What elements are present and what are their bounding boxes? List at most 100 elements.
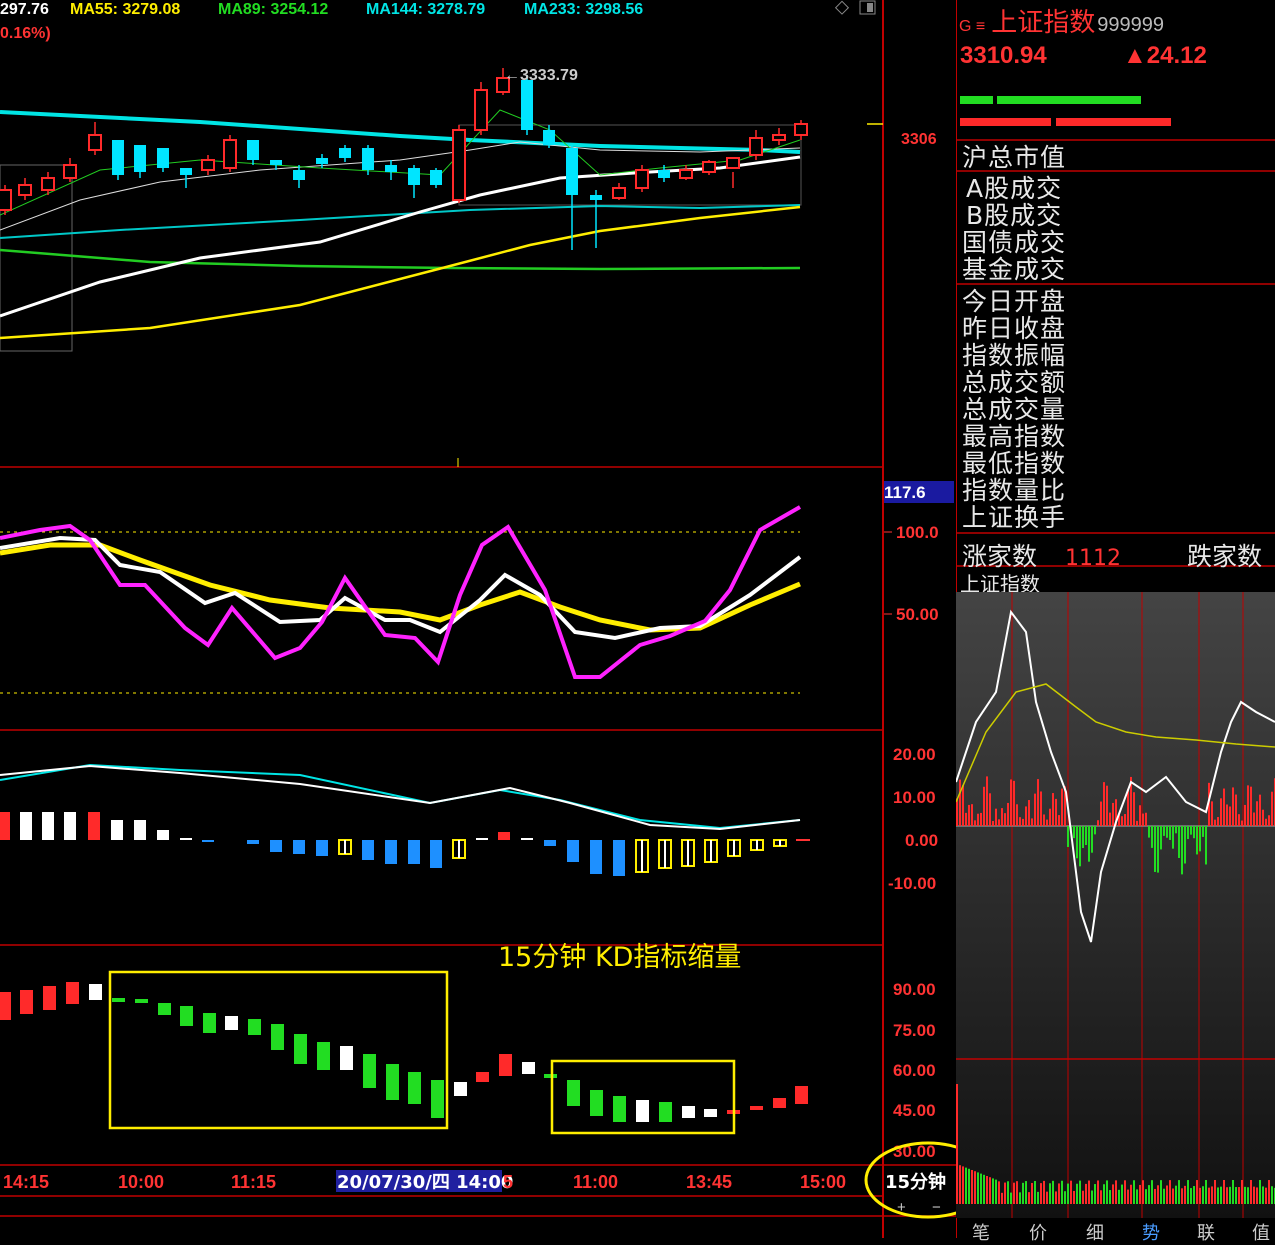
macd-histogram (0, 812, 787, 876)
volume-bar (1055, 1191, 1057, 1204)
kd-bar (682, 1106, 695, 1118)
breadth-bar (1082, 826, 1084, 849)
breadth-bar (1187, 826, 1189, 840)
tab-trend[interactable]: 势 (1142, 1219, 1160, 1245)
time-label: 14:15 (3, 1172, 49, 1192)
candle-body (316, 158, 328, 164)
macd-bar (567, 840, 579, 862)
window-icon[interactable] (859, 0, 876, 15)
breadth-bar (1247, 785, 1249, 826)
kd-bar (248, 1019, 261, 1035)
volume-bar (1169, 1180, 1171, 1204)
macd-bar (521, 838, 533, 840)
kd-bar (476, 1072, 489, 1082)
volume-bar (1184, 1185, 1186, 1204)
kd-bar (659, 1102, 672, 1122)
breadth-bar (1061, 788, 1063, 826)
kd-volume-bars (0, 982, 808, 1122)
volume-bar (1130, 1184, 1132, 1204)
volume-bar (1238, 1187, 1240, 1204)
tab-detail[interactable]: 细 (1086, 1219, 1104, 1245)
candle-body (430, 170, 442, 185)
volume-bar (1028, 1192, 1030, 1204)
volume-bar (1154, 1188, 1156, 1204)
volume-bar (1247, 1187, 1249, 1204)
breadth-bar (1139, 805, 1141, 826)
candle-body (270, 160, 282, 165)
volume-bar (1070, 1180, 1072, 1204)
breadth-bar (1169, 826, 1171, 840)
breadth-bar (1223, 788, 1225, 826)
kd-bar (271, 1024, 284, 1050)
tab-trades[interactable]: 笔 (972, 1219, 990, 1245)
volume-bar (1106, 1180, 1108, 1204)
macd-bar (42, 812, 54, 840)
stat-low: 最低指数 (962, 449, 1067, 478)
tab-linked[interactable]: 联 (1197, 1219, 1215, 1245)
volume-bar (1160, 1180, 1162, 1204)
kd-bar (408, 1072, 421, 1104)
macd-bar (64, 812, 76, 840)
breadth-bar (1091, 826, 1093, 853)
kd-bar (773, 1098, 786, 1108)
breadth-bar (1079, 826, 1081, 867)
volume-bar (1019, 1192, 1021, 1204)
breadth-bar (1199, 826, 1201, 852)
volume-bar (1025, 1181, 1027, 1204)
candle-body (679, 169, 693, 179)
kd-bar (522, 1062, 535, 1074)
kd-bar (636, 1100, 649, 1122)
macd-bar (0, 812, 10, 840)
macd-bar (544, 840, 556, 846)
intraday-mini-chart[interactable] (956, 592, 1275, 1218)
breadth-bar (956, 798, 958, 826)
breadth-bar (968, 804, 970, 826)
breadth-bar (1076, 826, 1078, 859)
zoom-out-button[interactable]: − (932, 1199, 941, 1216)
breadth-bar (1016, 804, 1018, 826)
breadth-bar (1046, 819, 1048, 826)
volume-bar (1082, 1190, 1084, 1204)
volume-bar (1094, 1184, 1096, 1204)
kd-bar (454, 1082, 467, 1096)
breadth-bar (1055, 798, 1057, 826)
macd-bar (408, 840, 420, 864)
macd-bar (362, 840, 374, 860)
volume-bar (1103, 1184, 1105, 1204)
tab-price[interactable]: 价 (1029, 1219, 1047, 1245)
stat-fund: 基金成交 (962, 255, 1067, 284)
stock-name: 上证指数 (991, 8, 1096, 38)
volume-bar (1061, 1180, 1063, 1204)
breadth-bar (977, 813, 979, 826)
volume-bar (1148, 1185, 1150, 1204)
candle-body (474, 89, 488, 131)
candle-body (749, 137, 763, 156)
breadth-bar (1172, 826, 1174, 849)
kline-chart-area[interactable]: 297.76 MA55: 3279.08 MA89: 3254.12 MA144… (0, 0, 956, 1238)
diamond-icon[interactable] (834, 0, 850, 15)
macd-bar (498, 832, 510, 840)
stat-volume: 总成交量 (962, 395, 1067, 424)
breadth-bar (1163, 826, 1165, 836)
high-label: ←3333.79 (504, 67, 578, 84)
breadth-bar (1034, 793, 1036, 826)
volume-bar (1193, 1186, 1195, 1204)
volume-bar (1058, 1183, 1060, 1204)
volume-bar (1205, 1180, 1207, 1204)
kd-tick-75: 75.00 (893, 1021, 936, 1040)
pct-label: 0.16%) (0, 25, 51, 42)
kd-bar (225, 1016, 238, 1030)
breadth-bar (1058, 815, 1060, 826)
period-selector[interactable]: 15分钟 (885, 1171, 946, 1193)
volume-bar (1157, 1185, 1159, 1204)
price-axis-label: 3306 (901, 131, 937, 148)
breadth-bar (1145, 812, 1147, 826)
kd-bar (613, 1096, 626, 1122)
kd-tick-90: 90.00 (893, 980, 936, 999)
breadth-bar (1259, 794, 1261, 826)
candle-body (794, 123, 808, 136)
breadth-bar (986, 776, 988, 826)
kd-bar (135, 999, 148, 1003)
breadth-bar (1085, 826, 1087, 846)
tab-value[interactable]: 值 (1252, 1219, 1270, 1245)
